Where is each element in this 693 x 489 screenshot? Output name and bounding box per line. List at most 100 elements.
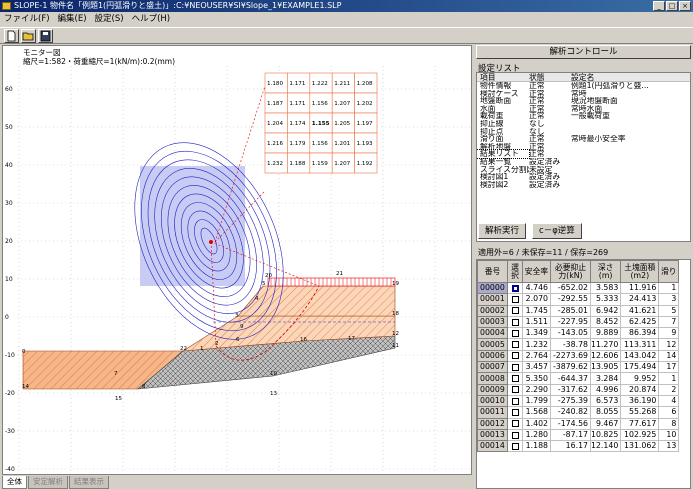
col-soil-area[interactable]: 土塊面積(m2) bbox=[620, 260, 660, 283]
setting-item: 物件情報 bbox=[480, 82, 512, 90]
settings-row[interactable]: 載荷重 正常 一般載荷重 bbox=[477, 112, 690, 120]
tab-stability[interactable]: 安定解析 bbox=[28, 476, 68, 489]
row-select-checkbox[interactable] bbox=[511, 363, 519, 371]
analysis-control-header[interactable]: 解析コントロール bbox=[476, 45, 691, 59]
setting-item: 解析地盤 bbox=[480, 142, 512, 151]
c-phi-back-calc-button[interactable]: c－φ逆算 bbox=[532, 223, 582, 239]
setting-state: 設定済み bbox=[529, 157, 561, 166]
setting-name bbox=[571, 158, 690, 166]
contour-field bbox=[140, 166, 245, 286]
col-item[interactable]: 項目 bbox=[477, 73, 529, 81]
open-folder-icon[interactable] bbox=[21, 29, 36, 43]
settings-row[interactable]: スライス分割図 未設定 bbox=[477, 166, 690, 174]
row-select-checkbox[interactable] bbox=[511, 352, 519, 360]
tab-overview[interactable]: 全体 bbox=[2, 476, 27, 489]
table-row[interactable]: 00006 2.764 -2273.69 12.606 143.042 14 bbox=[477, 349, 680, 363]
row-select-checkbox[interactable] bbox=[511, 408, 519, 416]
col-depth[interactable]: 深さ(m) bbox=[589, 260, 622, 283]
settings-row[interactable]: 検討ケース 正常 常時 bbox=[477, 90, 690, 98]
col-state[interactable]: 状態 bbox=[529, 73, 571, 81]
col-required-force[interactable]: 必要抑止力(kN) bbox=[550, 260, 591, 283]
table-row[interactable]: 00008 5.350 -644.37 3.284 9.952 1 bbox=[477, 372, 680, 385]
row-select-checkbox[interactable] bbox=[511, 397, 519, 405]
settings-row[interactable]: 検討図2 設定済み bbox=[477, 181, 690, 189]
grid-value: 1.188 bbox=[289, 161, 305, 167]
depth: 9.889 bbox=[589, 327, 622, 340]
table-row[interactable]: 00004 1.349 -143.05 9.889 86.394 9 bbox=[477, 327, 680, 340]
setting-item: 滑り面 bbox=[480, 135, 504, 143]
point-label: 21 bbox=[336, 271, 343, 277]
col-safety-factor[interactable]: 安全率 bbox=[522, 260, 551, 283]
row-number: 00011 bbox=[477, 406, 508, 419]
settings-row[interactable]: 物件情報 正常 例題1(円弧滑りと盛... bbox=[477, 82, 690, 90]
row-select-checkbox[interactable] bbox=[511, 307, 519, 315]
setting-item: 検討図2 bbox=[480, 180, 509, 189]
settings-row[interactable]: 水面 正常 常時水面 bbox=[477, 105, 690, 113]
safety-factor: 1.511 bbox=[522, 315, 551, 329]
soil-area: 62.425 bbox=[620, 315, 660, 329]
table-row[interactable]: 00010 1.799 -275.39 6.573 36.190 4 bbox=[477, 394, 680, 408]
col-number[interactable]: 番号 bbox=[477, 260, 508, 283]
settings-row[interactable]: 検討図1 設定済み bbox=[477, 173, 690, 181]
run-analysis-button[interactable]: 解析実行 bbox=[478, 223, 527, 239]
table-row[interactable]: 00003 1.511 -227.95 8.452 62.425 7 bbox=[477, 315, 680, 329]
grid-value: 1.171 bbox=[289, 81, 305, 87]
col-select[interactable]: 選択 bbox=[507, 260, 523, 283]
tab-results[interactable]: 結果表示 bbox=[69, 476, 109, 489]
grid-value: 1.208 bbox=[357, 81, 373, 87]
table-row[interactable]: 00002 1.745 -285.01 6.942 41.621 5 bbox=[477, 304, 680, 317]
row-select-checkbox[interactable] bbox=[511, 318, 519, 326]
settings-row[interactable]: 滑り面 正常 常時最小安全率 bbox=[477, 135, 690, 143]
table-row[interactable]: 00013 1.280 -87.17 10.825 102.925 10 bbox=[477, 428, 680, 442]
depth: 3.284 bbox=[589, 372, 622, 385]
menu-settings[interactable]: 設定(S) bbox=[95, 12, 124, 26]
safety-factor: 1.349 bbox=[522, 327, 551, 340]
table-row[interactable]: 00011 1.568 -240.82 8.055 55.268 6 bbox=[477, 406, 680, 419]
required-force: -644.37 bbox=[550, 372, 591, 385]
col-slip[interactable]: 滑り bbox=[658, 260, 680, 283]
settings-row[interactable]: 結果リスト 正常 bbox=[477, 149, 690, 159]
setting-item: 地盤断面 bbox=[480, 97, 512, 105]
maximize-button[interactable]: □ bbox=[666, 1, 678, 11]
row-number: 00014 bbox=[477, 440, 508, 453]
table-row[interactable]: 00009 2.290 -317.62 4.996 20.874 2 bbox=[477, 383, 680, 396]
menu-help[interactable]: ヘルプ(H) bbox=[132, 12, 171, 26]
grid-value: 1.156 bbox=[312, 141, 328, 147]
save-disk-icon[interactable] bbox=[38, 29, 53, 43]
col-setting-name[interactable]: 設定名 bbox=[571, 73, 690, 81]
settings-list[interactable]: 項目 状態 設定名 物件情報 正常 例題1(円弧滑りと盛... 検討ケース 正常 常時 地盤… bbox=[476, 72, 691, 242]
table-row[interactable]: 00005 1.232 -38.78 11.270 113.311 12 bbox=[477, 338, 680, 351]
safety-factor: 1.745 bbox=[522, 304, 551, 317]
row-select-checkbox[interactable] bbox=[511, 431, 519, 439]
settings-row[interactable]: 抑止点 なし bbox=[477, 128, 690, 136]
table-row[interactable]: 00014 1.188 16.17 12.140 131.062 13 bbox=[477, 440, 680, 453]
setting-name bbox=[571, 128, 690, 136]
settings-row[interactable]: 地盤断面 正常 現況地盤断面 bbox=[477, 97, 690, 105]
row-select-checkbox[interactable] bbox=[511, 442, 519, 450]
menu-edit[interactable]: 編集(E) bbox=[58, 12, 87, 26]
row-select-checkbox[interactable] bbox=[511, 420, 519, 428]
row-select-checkbox[interactable] bbox=[511, 295, 519, 303]
menu-file[interactable]: ファイル(F) bbox=[4, 12, 50, 26]
settings-row[interactable]: 抑止線 なし bbox=[477, 120, 690, 128]
row-select-checkbox[interactable] bbox=[511, 341, 519, 349]
monitor-canvas[interactable]: 60 50 40 30 20 10 0 -10 -20 -30 -40 1.180 1.171 1.222… bbox=[2, 45, 472, 475]
row-number: 00012 bbox=[477, 417, 508, 430]
required-force: -285.01 bbox=[550, 304, 591, 317]
table-row[interactable]: 00012 1.402 -174.56 9.467 77.617 8 bbox=[477, 417, 680, 430]
minimize-button[interactable]: _ bbox=[653, 1, 665, 11]
row-select-checkbox[interactable] bbox=[511, 329, 519, 337]
table-row[interactable]: 00000 4.746 -652.02 3.583 11.916 1 bbox=[477, 281, 680, 295]
new-file-icon[interactable] bbox=[4, 29, 19, 43]
point-label: 14 bbox=[22, 384, 29, 390]
results-table[interactable]: 番号 選択 安全率 必要抑止力(kN) 深さ(m) 土塊面積(m2) 滑り 00… bbox=[476, 259, 691, 489]
settings-row[interactable]: 解析地盤 正常 bbox=[477, 143, 690, 151]
row-select-checkbox[interactable] bbox=[511, 284, 519, 292]
table-row[interactable]: 00001 2.070 -292.55 5.333 24.413 3 bbox=[477, 293, 680, 306]
row-select-checkbox[interactable] bbox=[511, 375, 519, 383]
row-number: 00007 bbox=[477, 361, 508, 374]
row-select-checkbox[interactable] bbox=[511, 386, 519, 394]
close-button[interactable]: × bbox=[679, 1, 691, 11]
table-row[interactable]: 00007 3.457 -3879.62 13.905 175.494 17 bbox=[477, 361, 680, 374]
settings-row[interactable]: 結果一覧 設定済み bbox=[477, 158, 690, 166]
